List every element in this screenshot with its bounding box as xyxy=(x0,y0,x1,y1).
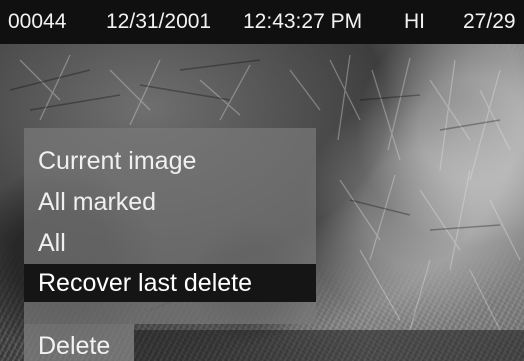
bottom-band xyxy=(134,330,524,361)
menu-item-all-marked[interactable]: All marked xyxy=(24,183,156,221)
capture-time: 12:43:27 PM xyxy=(243,10,363,33)
menu-item-current-image[interactable]: Current image xyxy=(24,142,196,180)
frame-number: 00044 xyxy=(8,10,67,33)
menu-item-all[interactable]: All xyxy=(24,224,66,262)
camera-lcd-screen: 00044 12/31/2001 12:43:27 PM HI 27/29 Cu… xyxy=(0,0,524,361)
menu-item-recover-last-delete[interactable]: Recover last delete xyxy=(24,264,316,302)
status-bar: 00044 12/31/2001 12:43:27 PM HI 27/29 xyxy=(0,0,524,44)
image-counter: 27/29 xyxy=(463,10,516,33)
image-quality: HI xyxy=(404,10,425,33)
capture-date: 12/31/2001 xyxy=(106,10,212,33)
delete-menu-title: Delete xyxy=(38,332,111,360)
